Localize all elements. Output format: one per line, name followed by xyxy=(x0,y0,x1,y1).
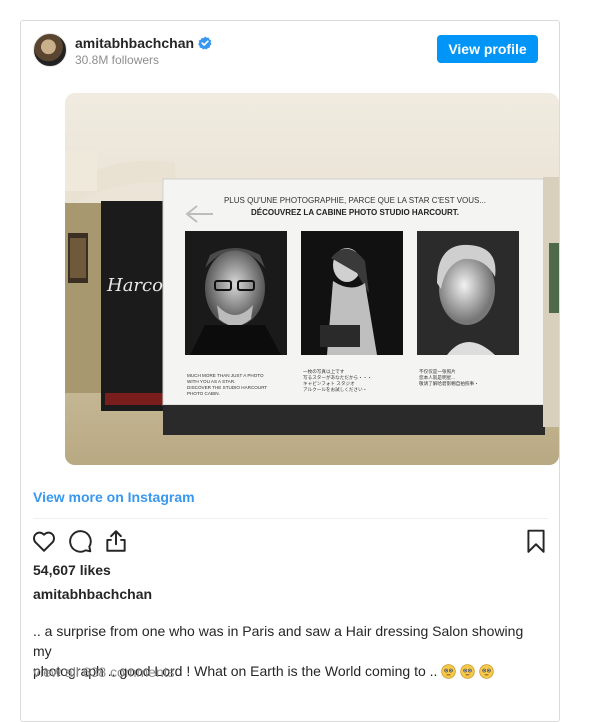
caption-mid-0: 一枚の写真以上です xyxy=(303,368,345,375)
heart-icon[interactable] xyxy=(31,528,57,554)
comment-icon[interactable] xyxy=(67,528,93,554)
caption-left-3: PHOTO CABIN. xyxy=(187,391,220,396)
caption-mid-2: キャビンフォト スタジオ xyxy=(303,380,355,387)
view-profile-button[interactable]: View profile xyxy=(437,35,538,63)
caption-left-0: MUCH MORE THAN JUST A PHOTO xyxy=(187,373,264,378)
share-icon[interactable] xyxy=(103,528,129,554)
bookmark-icon[interactable] xyxy=(523,528,549,554)
caption-mid-3: アルクールをお試しください・ xyxy=(303,386,367,393)
verified-badge-icon xyxy=(198,36,212,50)
caption-left-2: DISCOVER THE STUDIO HARCOURT xyxy=(187,385,267,390)
post-photo[interactable]: Harcou PLUS QU'UNE PHOTOGRAPHIE, PARCE Q… xyxy=(65,93,559,465)
divider xyxy=(33,518,548,519)
flushed-face-icon xyxy=(479,664,494,679)
like-count[interactable]: 54,607 likes xyxy=(33,562,111,578)
view-all-comments-link[interactable]: view all 638 comments xyxy=(33,664,175,680)
post-image: Harcou PLUS QU'UNE PHOTOGRAPHIE, PARCE Q… xyxy=(65,93,559,465)
caption-left-1: WITH YOU AS A STAR. xyxy=(187,379,235,384)
svg-text:DÉCOUVREZ LA CABINE PHOTO STUD: DÉCOUVREZ LA CABINE PHOTO STUDIO HARCOUR… xyxy=(251,208,459,217)
action-bar xyxy=(31,528,549,554)
caption-line-1: .. a surprise from one who was in Paris … xyxy=(33,623,524,659)
view-more-link[interactable]: View more on Instagram xyxy=(33,489,195,505)
avatar[interactable] xyxy=(33,33,67,67)
caption-author[interactable]: amitabhbachchan xyxy=(33,586,152,602)
caption-mid-1: 写るスターがあなただから・・・ xyxy=(303,374,372,381)
username[interactable]: amitabhbachchan xyxy=(75,35,194,51)
caption-right-1: 您本人就是明星... xyxy=(419,374,455,381)
post-header: amitabhbachchan 30.8M followers View pro… xyxy=(33,33,548,69)
flushed-face-icon xyxy=(441,664,457,679)
svg-text:PLUS QU'UNE PHOTOGRAPHIE, PARC: PLUS QU'UNE PHOTOGRAPHIE, PARCE QUE LA S… xyxy=(224,196,486,205)
caption-right-2: 敬请了解哈碧影棚自拍照事・ xyxy=(419,380,479,387)
follower-count: 30.8M followers xyxy=(75,53,160,67)
flushed-face-icon xyxy=(460,664,475,679)
username-row[interactable]: amitabhbachchan xyxy=(75,35,212,51)
caption-right-0: 不仅仅是一张照片 xyxy=(419,368,456,375)
instagram-embed-card: amitabhbachchan 30.8M followers View pro… xyxy=(20,20,560,722)
